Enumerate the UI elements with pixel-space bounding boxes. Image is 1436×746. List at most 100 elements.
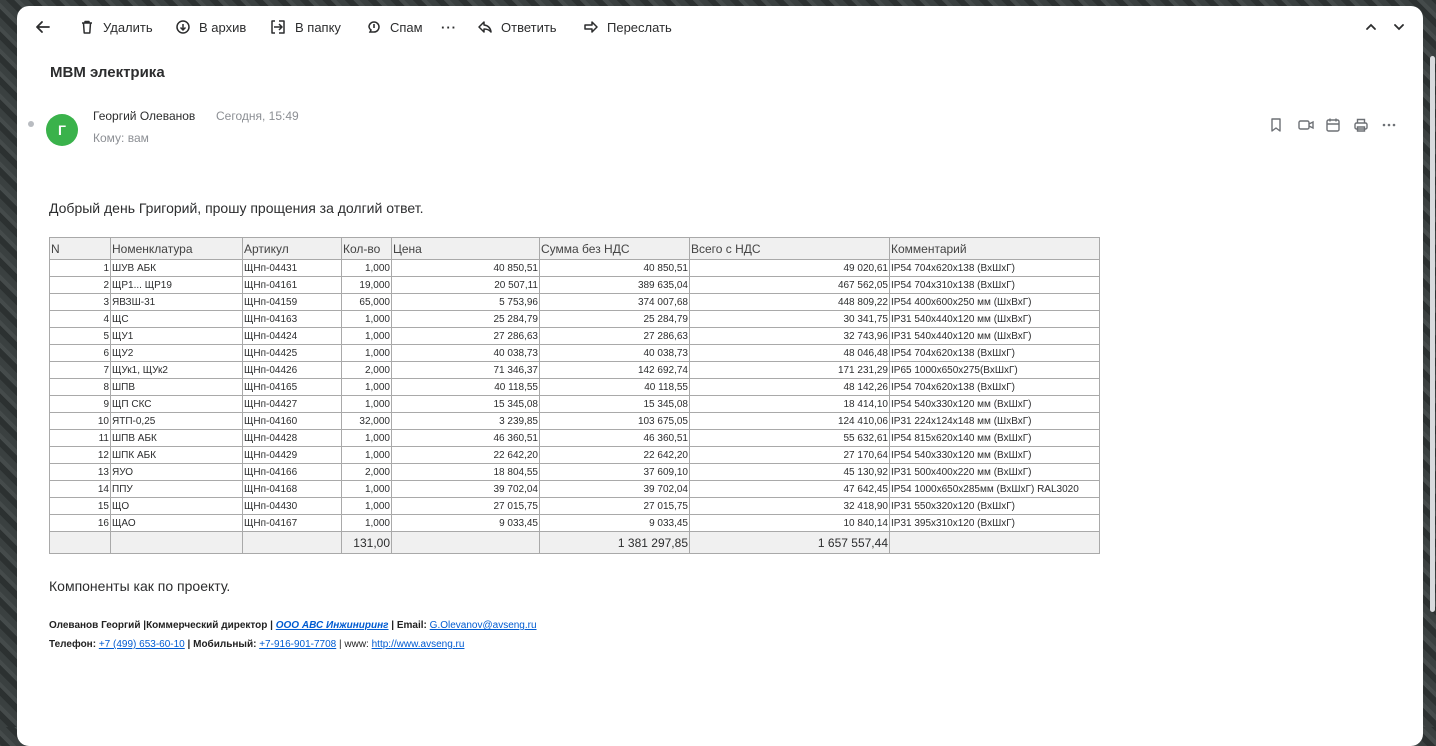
table-cell: 10 840,14 bbox=[689, 514, 890, 532]
back-button[interactable] bbox=[35, 16, 59, 38]
table-row: 9 ЩП СКС ЩНп-04427 1,000 15 345,08 15 345,08 1… bbox=[49, 395, 1100, 413]
table-cell: 40 038,73 bbox=[391, 344, 540, 362]
table-cell: IP31 500x400x220 мм (ВхШхГ) bbox=[889, 463, 1100, 481]
more-button[interactable]: ··· bbox=[441, 16, 457, 38]
table-cell: 9 033,45 bbox=[391, 514, 540, 532]
company-link[interactable]: ООО АВС Инжиниринг bbox=[276, 620, 389, 631]
table-cell bbox=[110, 531, 243, 554]
table-cell: 30 341,75 bbox=[689, 310, 890, 328]
delete-button[interactable]: Удалить bbox=[79, 16, 153, 38]
table-cell: 46 360,51 bbox=[539, 429, 690, 447]
previous-email-button[interactable] bbox=[1364, 16, 1386, 38]
table-cell: ШПВ АБК bbox=[110, 429, 243, 447]
table-cell: 15 bbox=[49, 497, 111, 515]
table-cell: 40 118,55 bbox=[539, 378, 690, 396]
table-cell: 37 609,10 bbox=[539, 463, 690, 481]
table-cell: 9 bbox=[49, 395, 111, 413]
table-cell: 14 bbox=[49, 480, 111, 498]
table-cell: ЩНп-04167 bbox=[242, 514, 342, 532]
scrollbar[interactable] bbox=[1430, 56, 1435, 612]
table-cell: 1 bbox=[49, 259, 111, 277]
avatar[interactable]: Г bbox=[46, 114, 78, 146]
more-actions-button[interactable] bbox=[1381, 116, 1409, 134]
email-panel: Удалить В архив В папку Спам ··· Ответит… bbox=[17, 6, 1435, 746]
table-row: 2 ЩР1... ЩР19 ЩНп-04161 19,000 20 507,11 389 … bbox=[49, 276, 1100, 294]
unread-dot[interactable] bbox=[28, 121, 34, 127]
table-cell: 55 632,61 bbox=[689, 429, 890, 447]
table-cell: 48 046,48 bbox=[689, 344, 890, 362]
archive-button[interactable]: В архив bbox=[175, 16, 246, 38]
table-cell: IP31 395x310x120 (ВхШхГ) bbox=[889, 514, 1100, 532]
website-link[interactable]: http://www.avseng.ru bbox=[372, 639, 465, 650]
table-cell: 1,000 bbox=[341, 497, 392, 515]
table-cell: 46 360,51 bbox=[391, 429, 540, 447]
next-email-button[interactable] bbox=[1392, 16, 1414, 38]
col-header: Номенклатура bbox=[110, 237, 243, 260]
more-icon: ··· bbox=[441, 19, 457, 35]
table-cell: 12 bbox=[49, 446, 111, 464]
signature-name: Олеванов Георгий bbox=[49, 620, 141, 631]
table-cell: 45 130,92 bbox=[689, 463, 890, 481]
table-cell bbox=[391, 531, 540, 554]
table-cell: IP54 1000x650x285мм (ВхШхГ) RAL3020 bbox=[889, 480, 1100, 498]
table-cell: ЩНп-04427 bbox=[242, 395, 342, 413]
move-to-folder-button[interactable]: В папку bbox=[269, 16, 341, 38]
table-cell: ЩНп-04429 bbox=[242, 446, 342, 464]
print-button[interactable] bbox=[1353, 116, 1381, 134]
folder-move-icon bbox=[271, 20, 285, 34]
table-cell: ЩП СКС bbox=[110, 395, 243, 413]
col-header: Артикул bbox=[242, 237, 342, 260]
table-cell bbox=[242, 531, 342, 554]
table-cell: ЩНп-04163 bbox=[242, 310, 342, 328]
email-date: Сегодня, 15:49 bbox=[216, 109, 299, 123]
sender-name[interactable]: Георгий Олеванов bbox=[93, 109, 195, 123]
table-cell: ЩНп-04424 bbox=[242, 327, 342, 345]
table-cell: 5 753,96 bbox=[391, 293, 540, 311]
forward-button[interactable]: Переслать bbox=[583, 16, 672, 38]
total-quantity: 131,00 bbox=[341, 531, 392, 554]
signature-position: |Коммерческий директор | bbox=[143, 620, 273, 631]
table-cell: 39 702,04 bbox=[391, 480, 540, 498]
table-cell: 3 bbox=[49, 293, 111, 311]
table-cell: 5 bbox=[49, 327, 111, 345]
email-link[interactable]: G.Olevanov@avseng.ru bbox=[430, 620, 537, 631]
totals-row: 131,00 1 381 297,85 1 657 557,44 bbox=[49, 531, 1100, 554]
table-cell: 47 642,45 bbox=[689, 480, 890, 498]
phone-link[interactable]: +7 (499) 653-60-10 bbox=[99, 639, 185, 650]
table-cell: 39 702,04 bbox=[539, 480, 690, 498]
phone-label: Телефон: bbox=[49, 639, 97, 650]
greeting-text: Добрый день Григорий, прошу прощения за … bbox=[49, 200, 424, 216]
table-row: 15 ЩО ЩНп-04430 1,000 27 015,75 27 015,75 32 4… bbox=[49, 497, 1100, 515]
table-row: 7 ЩУк1, ЩУк2 ЩНп-04426 2,000 71 346,37 142 69… bbox=[49, 361, 1100, 379]
table-cell: 2,000 bbox=[341, 463, 392, 481]
table-cell: ЩНп-04161 bbox=[242, 276, 342, 294]
table-row: 4 ЩС ЩНп-04163 1,000 25 284,79 25 284,79 30 34… bbox=[49, 310, 1100, 328]
arrow-left-icon bbox=[36, 21, 50, 33]
total-sum-with-vat: 1 657 557,44 bbox=[689, 531, 890, 554]
video-icon bbox=[1298, 120, 1314, 130]
reply-button[interactable]: Ответить bbox=[477, 16, 557, 38]
table-cell: 27 286,63 bbox=[539, 327, 690, 345]
mobile-link[interactable]: +7-916-901-7708 bbox=[259, 639, 336, 650]
bookmark-button[interactable] bbox=[1269, 116, 1297, 134]
table-cell: 48 142,26 bbox=[689, 378, 890, 396]
table-cell: 40 850,51 bbox=[539, 259, 690, 277]
table-cell: 27 286,63 bbox=[391, 327, 540, 345]
col-header: N bbox=[49, 237, 111, 260]
mobile-label: | Мобильный: bbox=[187, 639, 257, 650]
table-cell: IP54 540x330x120 мм (ВхШхГ) bbox=[889, 395, 1100, 413]
reply-label: Ответить bbox=[501, 19, 557, 35]
table-cell: 1,000 bbox=[341, 310, 392, 328]
table-cell: IP31 224x124x148 мм (ШхВхГ) bbox=[889, 412, 1100, 430]
spam-button[interactable]: Спам bbox=[366, 16, 423, 38]
table-cell: 11 bbox=[49, 429, 111, 447]
table-header-row: N Номенклатура Артикул Кол-во Цена Сумма… bbox=[49, 237, 1100, 260]
recipient-line[interactable]: Кому: вам bbox=[93, 131, 149, 145]
delete-label: Удалить bbox=[103, 19, 153, 35]
table-row: 1 ШУВ АБК ЩНп-04431 1,000 40 850,51 40 850,51… bbox=[49, 259, 1100, 277]
video-call-button[interactable] bbox=[1297, 116, 1325, 134]
table-cell: ЩО bbox=[110, 497, 243, 515]
table-cell: ЩНп-04168 bbox=[242, 480, 342, 498]
table-cell: 20 507,11 bbox=[391, 276, 540, 294]
calendar-button[interactable] bbox=[1325, 116, 1353, 134]
